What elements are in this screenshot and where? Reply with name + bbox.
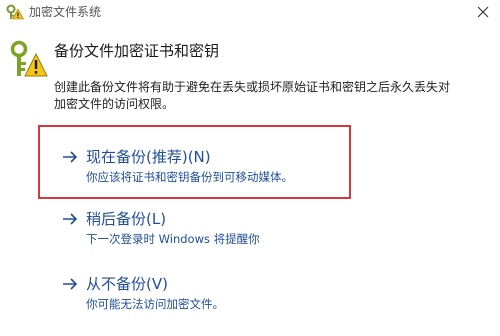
- close-button[interactable]: [466, 0, 500, 24]
- arrow-right-icon: [62, 149, 78, 163]
- option-subtitle: 下一次登录时 Windows 将提醒你: [86, 232, 260, 246]
- never-backup-option[interactable]: 从不备份(V) 你可能无法访问加密文件。: [62, 274, 382, 316]
- key-warning-icon: [8, 40, 48, 78]
- option-title: 从不备份(V): [86, 275, 168, 293]
- close-icon: [477, 6, 489, 18]
- key-warning-icon: [6, 4, 25, 20]
- backup-later-option[interactable]: 稍后备份(L) 下一次登录时 Windows 将提醒你: [62, 209, 382, 251]
- description-line: 创建此备份文件将有助于避免在丢失或损坏原始证书和密钥之后永久丢失对: [54, 80, 451, 94]
- arrow-right-icon: [62, 276, 78, 290]
- arrow-right-icon: [62, 211, 78, 225]
- description: 创建此备份文件将有助于避免在丢失或损坏原始证书和密钥之后永久丢失对 加密文件的访…: [54, 79, 484, 113]
- page-title: 备份文件加密证书和密钥: [54, 42, 220, 60]
- window-title: 加密文件系统: [29, 5, 102, 19]
- option-subtitle: 你可能无法访问加密文件。: [86, 297, 224, 311]
- option-title: 稍后备份(L): [86, 210, 167, 228]
- title-bar: 加密文件系统: [0, 0, 500, 24]
- backup-now-option[interactable]: 现在备份(推荐)(N) 你应该将证书和密钥备份到可移动媒体。: [62, 147, 382, 189]
- option-subtitle: 你应该将证书和密钥备份到可移动媒体。: [86, 170, 293, 184]
- option-title: 现在备份(推荐)(N): [86, 148, 211, 166]
- description-line: 加密文件的访问权限。: [54, 97, 175, 111]
